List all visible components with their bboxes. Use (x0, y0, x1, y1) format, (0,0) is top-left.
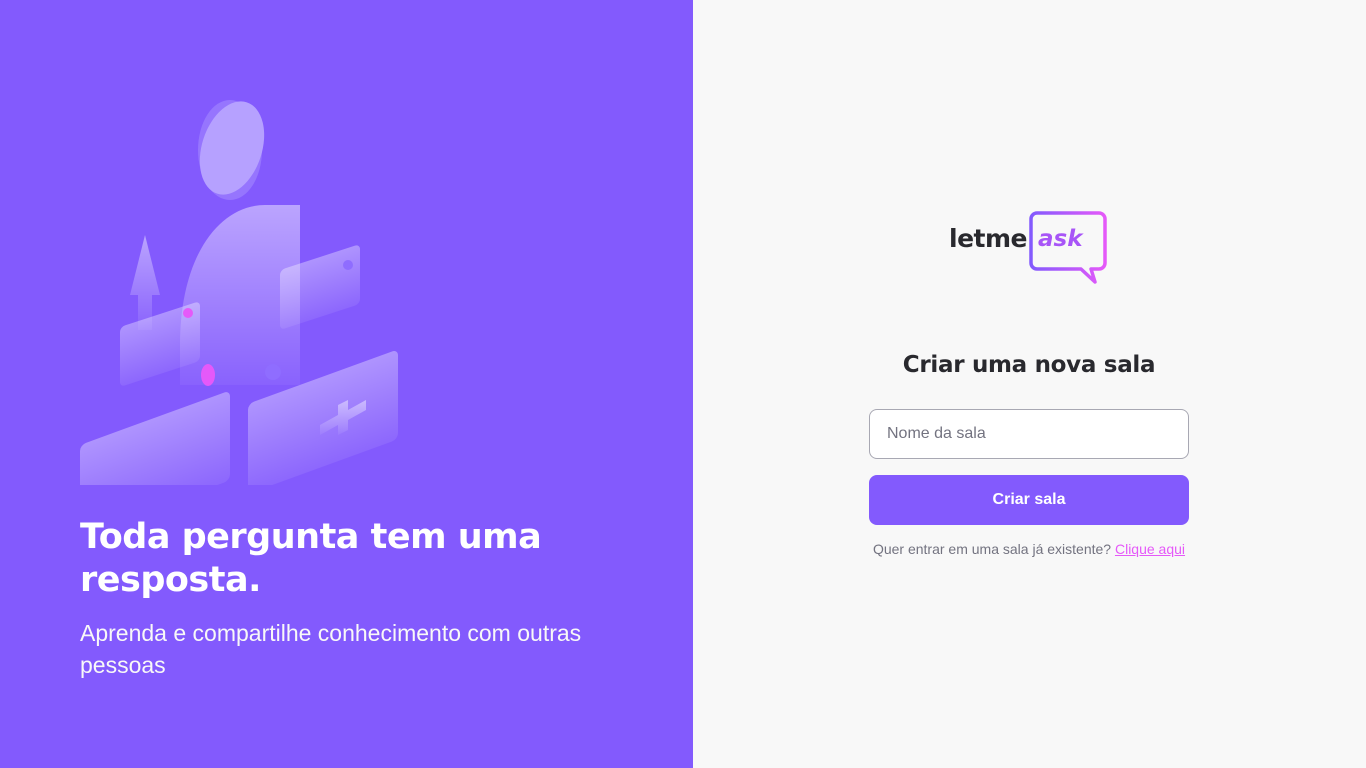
aside-title: Toda pergunta tem uma resposta. (80, 517, 542, 600)
people-chat-illustration (80, 100, 398, 485)
form-heading: Criar uma nova sala (902, 352, 1156, 378)
create-room-button[interactable]: Criar sala (869, 475, 1189, 525)
logo-word: letme (949, 224, 1027, 253)
aside-panel: Toda pergunta tem uma resposta. Aprenda … (0, 0, 693, 768)
join-room-link[interactable]: Clique aqui (1115, 541, 1185, 557)
join-room-text: Quer entrar em uma sala já existente? Cl… (869, 541, 1189, 557)
room-name-input[interactable] (869, 409, 1189, 459)
logo-accent: ask (1038, 226, 1083, 252)
letmeask-logo: letme ask (949, 210, 1109, 288)
join-prompt: Quer entrar em uma sala já existente? (872, 541, 1112, 557)
aside-subtitle: Aprenda e compartilhe conhecimento com o… (80, 620, 582, 678)
main-content: letme ask Criar uma nova sala Criar sala… (693, 0, 1366, 768)
